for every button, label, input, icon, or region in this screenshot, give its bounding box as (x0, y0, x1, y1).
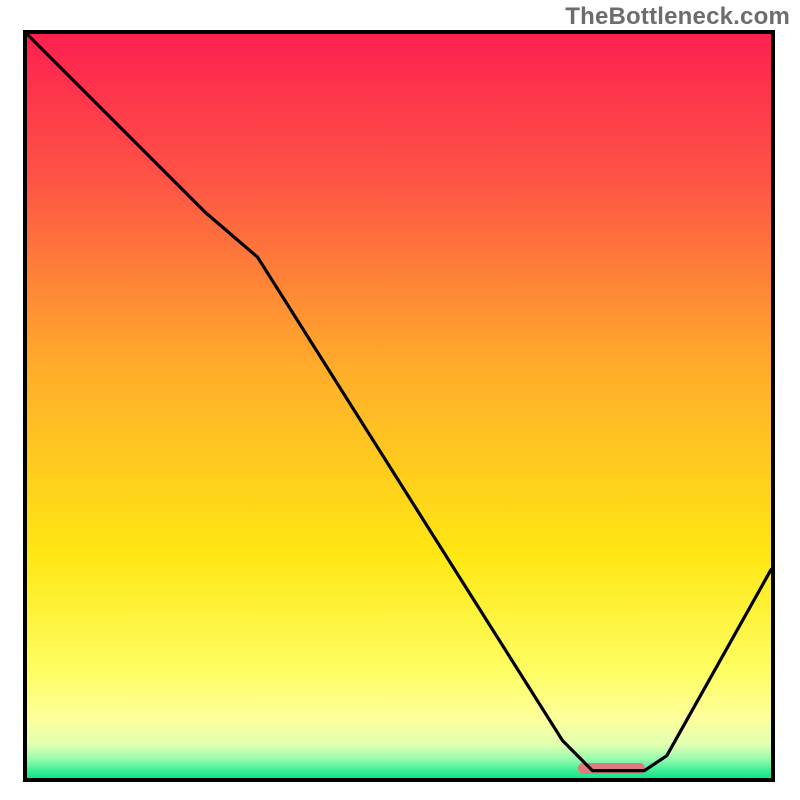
watermark-text: TheBottleneck.com (565, 3, 790, 31)
chart-frame (23, 30, 775, 782)
curve-layer (27, 34, 771, 778)
bottleneck-curve (27, 34, 771, 771)
chart-container: TheBottleneck.com (0, 0, 800, 800)
